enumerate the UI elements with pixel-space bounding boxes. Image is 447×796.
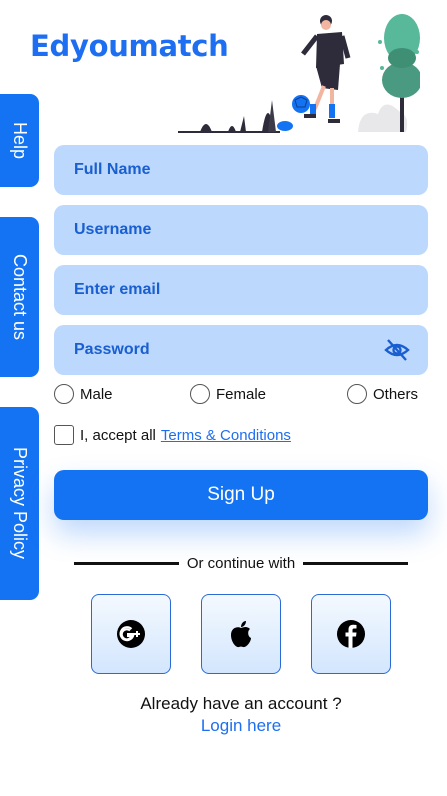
facebook-login-button[interactable] — [311, 594, 391, 674]
divider: Or continue with — [74, 555, 409, 572]
email-input[interactable] — [74, 281, 364, 299]
email-field[interactable] — [54, 265, 428, 315]
others-radio[interactable] — [347, 384, 367, 404]
gender-female-option[interactable]: Female — [190, 384, 266, 404]
terms-checkbox[interactable] — [54, 425, 74, 445]
full-name-field[interactable] — [54, 145, 428, 195]
google-login-button[interactable] — [91, 594, 171, 674]
privacy-policy-tab[interactable]: Privacy Policy — [0, 407, 39, 600]
privacy-policy-tab-label: Privacy Policy — [10, 447, 30, 560]
sign-up-button[interactable]: Sign Up — [54, 470, 428, 520]
google-plus-icon — [117, 620, 145, 648]
already-account-text: Already have an account ? — [140, 694, 342, 713]
help-tab-label: Help — [10, 121, 30, 160]
football-player-illustration — [178, 14, 420, 133]
contact-us-tab-label: Contact us — [10, 253, 30, 341]
username-field[interactable] — [54, 205, 428, 255]
terms-row: I, accept all Terms & Conditions — [54, 425, 291, 445]
male-label: Male — [80, 385, 113, 403]
divider-line-left — [74, 562, 179, 565]
password-input[interactable] — [74, 341, 364, 359]
help-tab[interactable]: Help — [0, 94, 39, 187]
contact-us-tab[interactable]: Contact us — [0, 217, 39, 377]
facebook-icon — [337, 620, 365, 648]
password-field[interactable] — [54, 325, 428, 375]
gender-selector: Male Female Others — [54, 384, 428, 406]
divider-line-right — [303, 562, 409, 565]
female-radio[interactable] — [190, 384, 210, 404]
apple-icon — [231, 621, 251, 648]
male-radio[interactable] — [54, 384, 74, 404]
gender-others-option[interactable]: Others — [347, 384, 418, 404]
full-name-input[interactable] — [74, 161, 364, 179]
username-input[interactable] — [74, 221, 364, 239]
login-link[interactable]: Login here — [0, 716, 447, 736]
gender-male-option[interactable]: Male — [54, 384, 113, 404]
eye-off-icon[interactable] — [384, 337, 410, 363]
female-label: Female — [216, 385, 267, 403]
terms-prefix: I, accept all — [80, 426, 156, 444]
sign-up-label: Sign Up — [207, 484, 275, 505]
divider-text: Or continue with — [186, 555, 296, 572]
apple-login-button[interactable] — [201, 594, 281, 674]
terms-link[interactable]: Terms & Conditions — [161, 427, 291, 444]
others-label: Others — [373, 385, 419, 403]
